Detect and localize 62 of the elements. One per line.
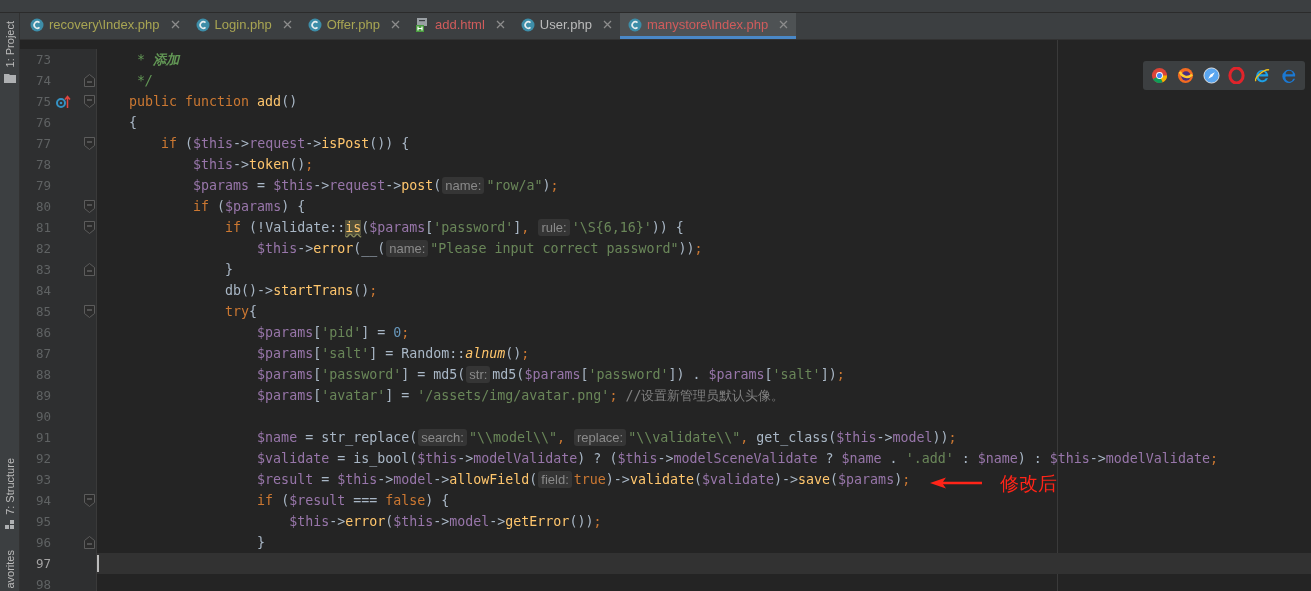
file-type-icon <box>415 17 430 32</box>
fold-marker-icon[interactable] <box>84 536 95 549</box>
fold-marker-icon[interactable] <box>84 263 95 276</box>
fold-marker-icon[interactable] <box>84 305 95 318</box>
file-tab[interactable]: Login.php <box>187 13 300 39</box>
code-line: db()->startTrans(); <box>224 283 378 298</box>
file-tab[interactable]: User.php <box>512 13 620 39</box>
file-type-icon <box>520 17 535 32</box>
close-icon[interactable] <box>495 20 505 29</box>
code-line: $result = $this->model->allowField( field: true)->validate($validate)->save($params); <box>256 472 911 487</box>
code-line: } <box>224 262 234 277</box>
close-icon[interactable] <box>390 20 400 29</box>
annotation-arrow <box>930 477 982 489</box>
fold-marker-icon[interactable] <box>84 494 95 507</box>
structure-icon[interactable] <box>4 520 15 531</box>
code-line: $params['salt'] = Random::alnum(); <box>256 346 530 361</box>
file-tab[interactable]: Offer.php <box>299 13 408 39</box>
browser-icon[interactable] <box>1253 67 1271 84</box>
close-icon[interactable] <box>282 20 292 29</box>
tool-window-tab[interactable]: 7: Structure <box>3 457 16 515</box>
browser-icon[interactable] <box>1151 67 1169 84</box>
annotation-text: 修改后 <box>1000 472 1057 496</box>
code-line: if ($this->request->isPost()) { <box>160 136 410 151</box>
text-cursor <box>97 555 99 572</box>
fold-marker-icon[interactable] <box>84 200 95 213</box>
tool-window-tab[interactable]: 1: Project <box>3 21 16 68</box>
code-line: * 添加 <box>136 50 180 69</box>
file-type-icon <box>627 17 642 32</box>
file-tab[interactable]: add.html <box>407 13 513 39</box>
code-line: $params = $this->request->post( name: "row/a"); <box>192 178 559 193</box>
line-number: 97 <box>34 556 51 571</box>
code-line: */ <box>136 73 154 88</box>
code-line: } <box>256 535 266 550</box>
code-line: $this->error(__( name: "Please input correct password")); <box>256 241 703 256</box>
file-tab[interactable]: recovery\Index.php <box>22 13 188 39</box>
file-type-icon <box>30 17 44 32</box>
close-icon[interactable] <box>602 20 612 29</box>
fold-marker-icon[interactable] <box>84 95 95 108</box>
code-line: $params['password'] = md5( str: md5($params['password']) . $params['salt']); <box>256 367 845 382</box>
code-line: if (!Validate::is($params['password'], rule: '\S{6,16}')) { <box>224 220 684 235</box>
code-line: $params['avatar'] = '/assets/img/avatar.png'; //设置新管理员默认头像。 <box>256 386 785 405</box>
fold-marker-icon[interactable] <box>84 221 95 234</box>
circle-arrow-icon[interactable] <box>56 94 71 109</box>
code-line: public function add() <box>128 94 298 109</box>
close-icon[interactable] <box>779 20 789 29</box>
tool-window-tab[interactable]: avorites <box>3 550 16 589</box>
code-line: { <box>128 115 138 130</box>
fold-marker-icon[interactable] <box>84 74 95 87</box>
file-type-icon <box>195 17 210 32</box>
code-line: try{ <box>224 304 258 319</box>
code-line: $name = str_replace( search: "\\model\\", replace: "\\validate\\", get_class($this->model)); <box>256 430 957 445</box>
code-line: if ($result === false) { <box>256 493 450 508</box>
file-type-icon <box>307 17 322 32</box>
code-line: $validate = is_bool($this->modelValidate) ? ($this->modelSceneValidate ? $name . '.add' : $name) : $this->modelValidate; <box>256 451 1218 466</box>
close-icon[interactable] <box>170 20 180 29</box>
browser-icon[interactable] <box>1177 67 1194 84</box>
folder-icon[interactable] <box>3 73 16 84</box>
code-line: $this->error($this->model->getError()); <box>288 514 602 529</box>
code-line: $this->token(); <box>192 157 314 172</box>
fold-marker-icon[interactable] <box>84 137 95 150</box>
code-line: if ($params) { <box>192 199 306 214</box>
code-line: $params['pid'] = 0; <box>256 325 410 340</box>
